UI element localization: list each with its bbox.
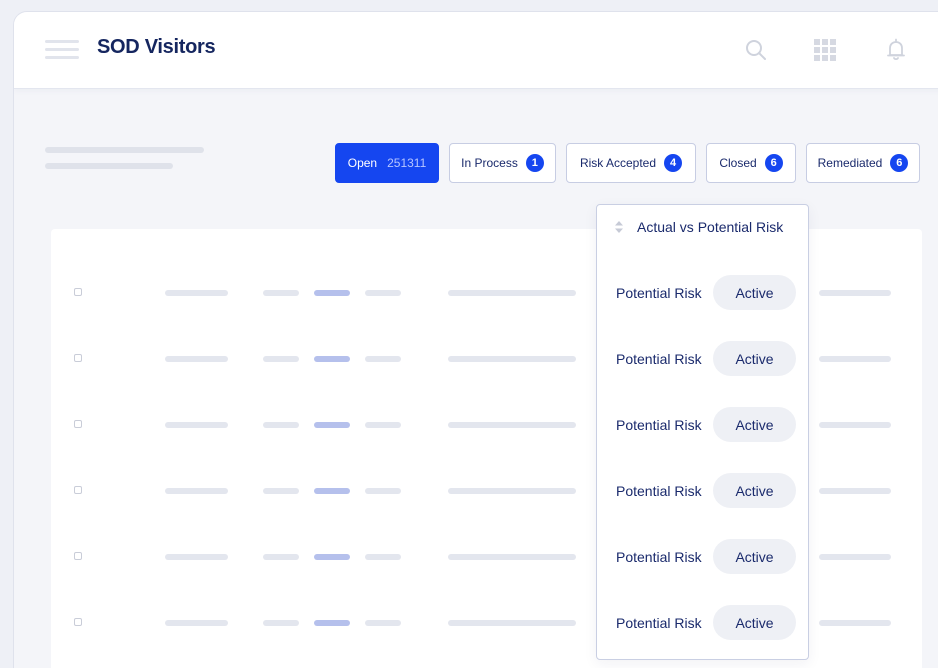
menu-icon[interactable]: [45, 40, 79, 60]
risk-cell: Potential Risk Active: [597, 539, 808, 575]
status-pill[interactable]: Active: [713, 605, 796, 640]
risk-type-label: Potential Risk: [616, 549, 702, 565]
tab-in-process[interactable]: In Process 1: [449, 143, 556, 183]
tab-risk-accepted[interactable]: Risk Accepted 4: [566, 143, 696, 183]
row-checkbox[interactable]: [74, 486, 82, 494]
row-checkbox[interactable]: [74, 288, 82, 296]
row-checkbox[interactable]: [74, 618, 82, 626]
risk-type-label: Potential Risk: [616, 615, 702, 631]
risk-cell: Potential Risk Active: [597, 473, 808, 509]
risk-cell: Potential Risk Active: [597, 605, 808, 641]
risk-type-label: Potential Risk: [616, 351, 702, 367]
risk-column-header[interactable]: Actual vs Potential Risk: [614, 219, 783, 235]
status-pill[interactable]: Active: [713, 341, 796, 376]
status-pill[interactable]: Active: [713, 473, 796, 508]
row-checkbox[interactable]: [74, 552, 82, 560]
risk-type-label: Potential Risk: [616, 417, 702, 433]
risk-type-label: Potential Risk: [616, 483, 702, 499]
row-checkbox[interactable]: [74, 354, 82, 362]
tab-label: Closed: [719, 156, 757, 170]
app-window: SOD Visitors Open 251311 In Process 1 Ri…: [13, 11, 938, 668]
status-pill[interactable]: Active: [713, 539, 796, 574]
subtitle-placeholder: [45, 163, 173, 169]
risk-cell: Potential Risk Active: [597, 275, 808, 311]
tab-remediated[interactable]: Remediated 6: [806, 143, 920, 183]
tab-open[interactable]: Open 251311: [335, 143, 439, 183]
sort-icon[interactable]: [614, 220, 624, 234]
search-icon[interactable]: [742, 36, 770, 64]
page-title: SOD Visitors: [97, 36, 216, 58]
count-badge: 4: [664, 154, 683, 172]
risk-cell: Potential Risk Active: [597, 341, 808, 377]
risk-column-highlight: Actual vs Potential Risk Potential Risk …: [596, 204, 809, 660]
risk-column-title: Actual vs Potential Risk: [637, 219, 784, 235]
count-badge: 6: [764, 154, 783, 172]
tab-label: In Process: [461, 156, 518, 170]
tab-label: Risk Accepted: [579, 156, 657, 170]
tab-count: 251311: [387, 156, 427, 170]
tab-label: Open: [347, 156, 378, 170]
tab-label: Remediated: [817, 156, 883, 170]
count-badge: 6: [890, 154, 909, 172]
status-pill[interactable]: Active: [713, 407, 796, 442]
risk-cell: Potential Risk Active: [597, 407, 808, 443]
apps-grid-icon[interactable]: [811, 36, 839, 64]
bell-icon[interactable]: [882, 36, 910, 64]
risk-type-label: Potential Risk: [616, 285, 702, 301]
row-checkbox[interactable]: [74, 420, 82, 428]
count-badge: 1: [525, 154, 544, 172]
tab-closed[interactable]: Closed 6: [706, 143, 796, 183]
subtitle-placeholder: [45, 147, 204, 153]
status-pill[interactable]: Active: [713, 275, 796, 310]
top-header: SOD Visitors: [14, 12, 938, 89]
